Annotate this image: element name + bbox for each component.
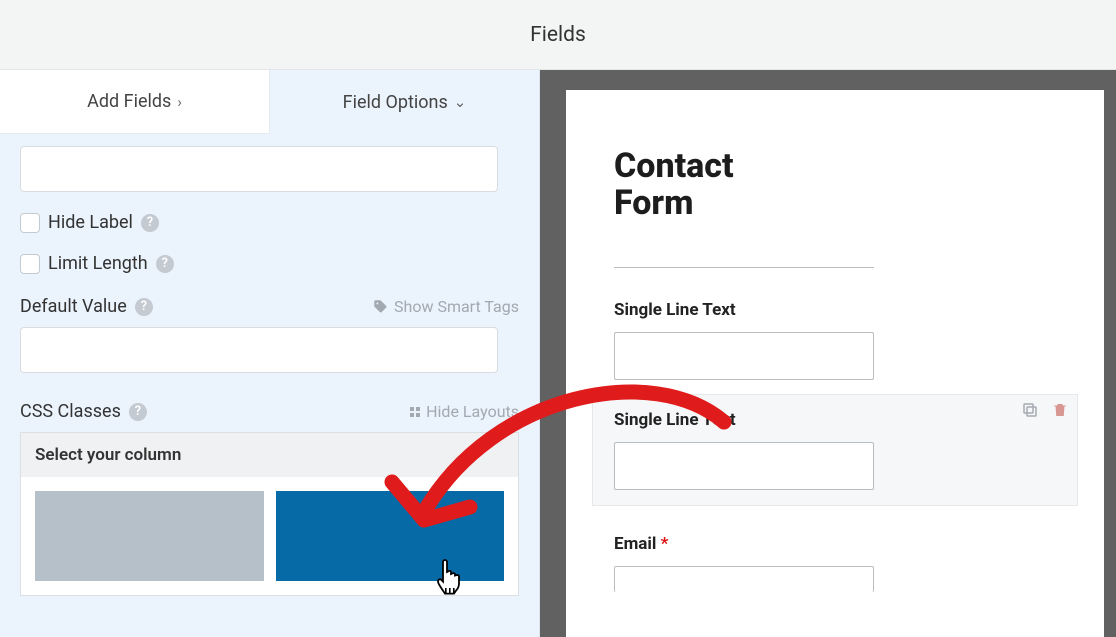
grid-icon xyxy=(410,407,420,417)
form-title: Contact Form xyxy=(614,148,794,223)
main-layout: Add Fields › Field Options ⌄ Hide Label … xyxy=(0,70,1116,637)
chevron-right-icon: › xyxy=(177,93,182,111)
tab-field-options[interactable]: Field Options ⌄ xyxy=(270,70,539,134)
chevron-down-icon: ⌄ xyxy=(454,93,467,111)
css-classes-label: CSS Classes xyxy=(20,401,121,422)
default-value-label-wrap: Default Value ? xyxy=(20,296,153,317)
default-value-header: Default Value ? Show Smart Tags xyxy=(20,296,519,317)
hide-layouts-link[interactable]: Hide Layouts xyxy=(410,402,519,421)
hide-label-row: Hide Label ? xyxy=(20,212,519,233)
css-classes-label-wrap: CSS Classes ? xyxy=(20,401,147,422)
tab-add-fields[interactable]: Add Fields › xyxy=(0,70,270,134)
trash-icon[interactable] xyxy=(1050,400,1070,420)
tab-label: Add Fields xyxy=(87,91,171,112)
default-value-input[interactable] xyxy=(20,327,498,373)
form-field-3[interactable]: Email * xyxy=(614,534,1056,592)
preview-frame: Contact Form Single Line Text xyxy=(540,70,1116,637)
tab-strip: Add Fields › Field Options ⌄ xyxy=(0,70,539,134)
divider xyxy=(614,267,874,268)
hide-label-text: Hide Label xyxy=(48,212,133,233)
column-picker-title: Select your column xyxy=(21,433,518,477)
field-input[interactable] xyxy=(614,566,874,592)
field-label-text: Email xyxy=(614,534,656,554)
label-input[interactable] xyxy=(20,146,498,192)
form-field-1[interactable]: Single Line Text xyxy=(614,300,1056,380)
field-options-body: Hide Label ? Limit Length ? Default Valu… xyxy=(0,134,539,616)
default-value-label: Default Value xyxy=(20,296,127,317)
form-field-2-selected[interactable]: Single Line Text xyxy=(614,410,1056,490)
form-preview: Contact Form Single Line Text xyxy=(566,90,1104,637)
help-icon[interactable]: ? xyxy=(129,403,147,421)
preview-column: Contact Form Single Line Text xyxy=(540,70,1116,637)
css-classes-header: CSS Classes ? Hide Layouts xyxy=(20,401,519,422)
limit-length-row: Limit Length ? xyxy=(20,253,519,274)
tag-icon xyxy=(373,299,388,314)
help-icon[interactable]: ? xyxy=(156,255,174,273)
show-smart-tags-link[interactable]: Show Smart Tags xyxy=(373,297,519,316)
smart-tags-text: Show Smart Tags xyxy=(394,297,519,316)
field-label: Single Line Text xyxy=(614,410,1056,430)
left-panel: Add Fields › Field Options ⌄ Hide Label … xyxy=(0,70,540,637)
page-title: Fields xyxy=(530,23,586,47)
help-icon[interactable]: ? xyxy=(135,298,153,316)
help-icon[interactable]: ? xyxy=(141,214,159,232)
limit-length-text: Limit Length xyxy=(48,253,148,274)
column-picker: Select your column xyxy=(20,432,519,596)
hide-label-checkbox[interactable] xyxy=(20,213,40,233)
field-input[interactable] xyxy=(614,442,874,490)
field-input[interactable] xyxy=(614,332,874,380)
field-label: Single Line Text xyxy=(614,300,1056,320)
column-option-left[interactable] xyxy=(35,491,264,581)
required-asterisk: * xyxy=(661,534,669,554)
page-title-bar: Fields xyxy=(0,0,1116,70)
tab-label: Field Options xyxy=(343,92,448,113)
field-action-icons xyxy=(1020,400,1070,420)
duplicate-icon[interactable] xyxy=(1020,400,1040,420)
limit-length-checkbox[interactable] xyxy=(20,254,40,274)
hide-layouts-text: Hide Layouts xyxy=(426,402,519,421)
column-picker-body xyxy=(21,477,518,595)
column-option-right[interactable] xyxy=(276,491,505,581)
field-label: Email * xyxy=(614,534,1056,554)
